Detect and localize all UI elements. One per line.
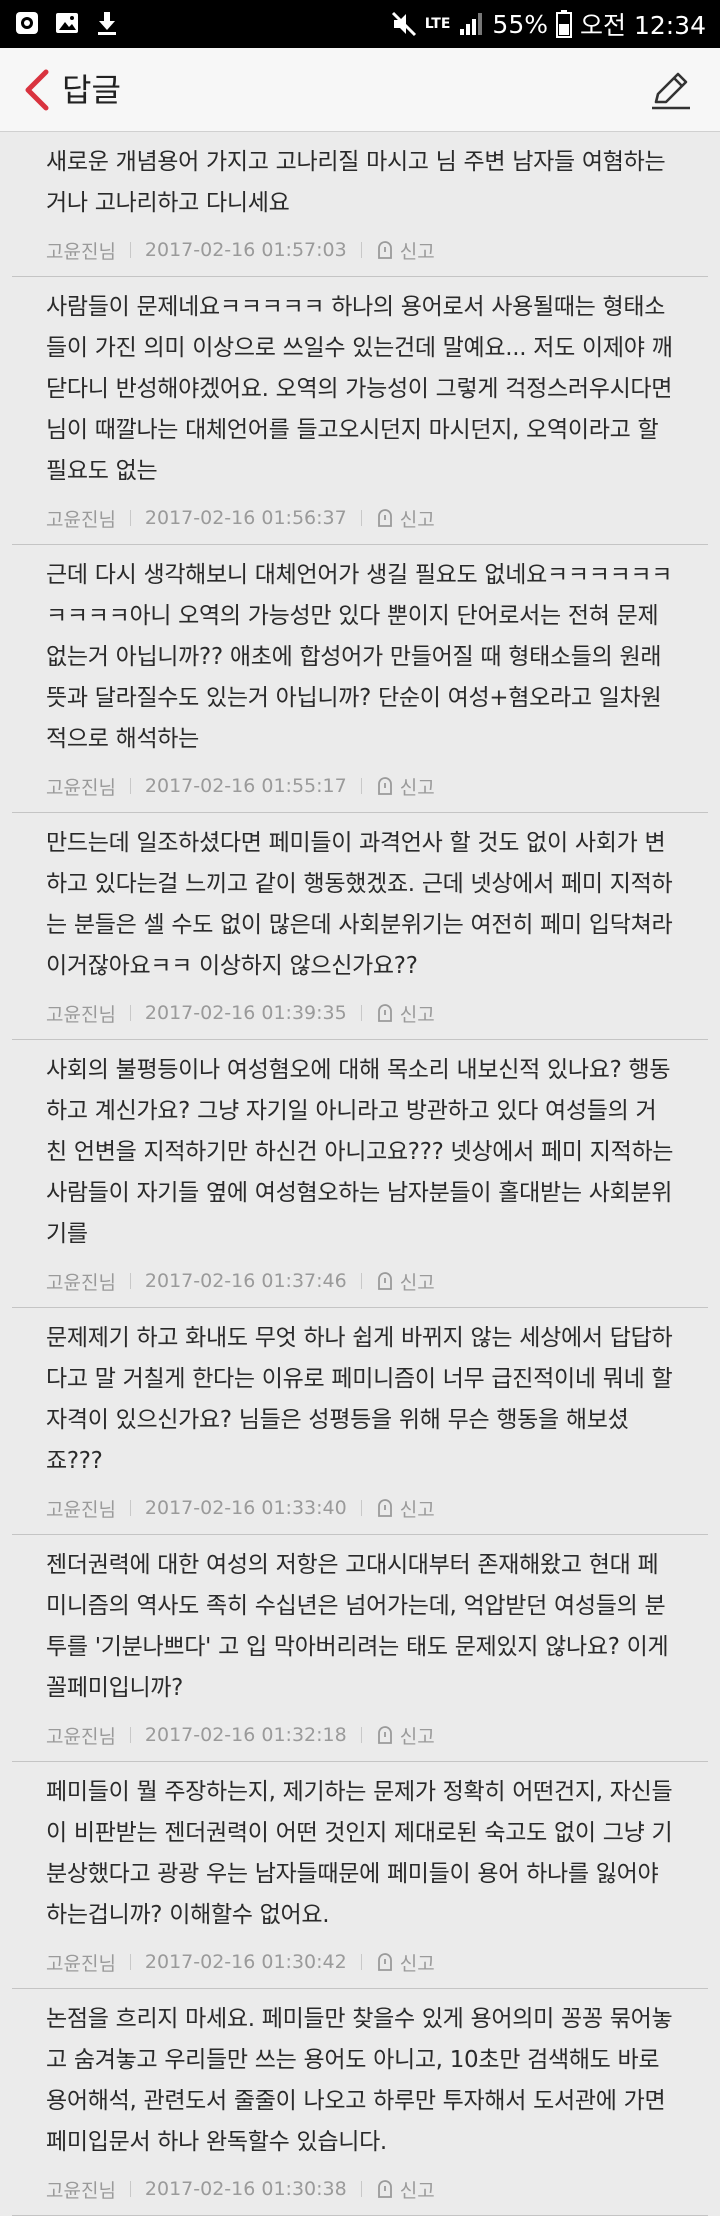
download-icon bbox=[98, 12, 116, 35]
comment-date: 2017-02-16 01:30:42 bbox=[144, 1951, 347, 1973]
comment-item: 젠더권력에 대한 여성의 저항은 고대시대부터 존재해왔고 현대 페미니즘의 역… bbox=[12, 1535, 708, 1762]
comment-date: 2017-02-16 01:32:18 bbox=[144, 1724, 347, 1746]
report-icon[interactable] bbox=[376, 1725, 394, 1745]
comment-item: 새로운 개념용어 가지고 고나리질 마시고 님 주변 남자들 여혐하는거나 고나… bbox=[12, 132, 708, 277]
battery-icon bbox=[556, 10, 572, 38]
comment-list: 새로운 개념용어 가지고 고나리질 마시고 님 주변 남자들 여혐하는거나 고나… bbox=[0, 132, 720, 2216]
report-icon[interactable] bbox=[376, 1498, 394, 1518]
report-icon[interactable] bbox=[376, 1952, 394, 1972]
page-title: 답글 bbox=[62, 71, 121, 109]
comment-date: 2017-02-16 01:37:46 bbox=[144, 1270, 347, 1292]
comment-item: 사람들이 문제네요ㅋㅋㅋㅋㅋ 하나의 용어로서 사용될때는 형태소들이 가진 의… bbox=[12, 277, 708, 545]
comment-author: 고윤진님 bbox=[46, 1271, 116, 1294]
report-icon[interactable] bbox=[376, 776, 394, 796]
gallery-icon bbox=[56, 13, 78, 33]
app-notification-icon bbox=[16, 12, 38, 34]
comment-text: 사람들이 문제네요ㅋㅋㅋㅋㅋ 하나의 용어로서 사용될때는 형태소들이 가진 의… bbox=[46, 294, 673, 484]
pencil-icon[interactable] bbox=[646, 66, 694, 114]
comment-item: 사회의 불평등이나 여성혐오에 대해 목소리 내보신적 있나요? 행동하고 계신… bbox=[12, 1040, 708, 1308]
comment-date: 2017-02-16 01:39:35 bbox=[144, 1002, 347, 1024]
report-button[interactable]: 신고 bbox=[400, 1268, 435, 1295]
report-icon[interactable] bbox=[376, 2179, 394, 2199]
report-button[interactable]: 신고 bbox=[400, 773, 435, 800]
report-button[interactable]: 신고 bbox=[400, 1722, 435, 1749]
comment-author: 고윤진님 bbox=[46, 1498, 116, 1521]
report-button[interactable]: 신고 bbox=[400, 2176, 435, 2203]
comment-date: 2017-02-16 01:33:40 bbox=[144, 1497, 347, 1519]
report-button[interactable]: 신고 bbox=[400, 1000, 435, 1027]
comment-item: 페미들이 뭘 주장하는지, 제기하는 문제가 정확히 어떤건지, 자신들이 비판… bbox=[12, 1762, 708, 1989]
comment-date: 2017-02-16 01:30:38 bbox=[144, 2178, 347, 2200]
comment-item: 근데 다시 생각해보니 대체언어가 생길 필요도 없네요ㅋㅋㅋㅋㅋㅋㅋㅋㅋㅋ아니… bbox=[12, 545, 708, 813]
comment-date: 2017-02-16 01:57:03 bbox=[144, 239, 347, 261]
comment-item: 만드는데 일조하셨다면 페미들이 과격언사 할 것도 없이 사회가 변하고 있다… bbox=[12, 813, 708, 1040]
comment-author: 고윤진님 bbox=[46, 2179, 116, 2202]
report-button[interactable]: 신고 bbox=[400, 505, 435, 532]
comment-item: 문제제기 하고 화내도 무엇 하나 쉽게 바뀌지 않는 세상에서 답답하다고 말… bbox=[12, 1308, 708, 1535]
comment-text: 문제제기 하고 화내도 무엇 하나 쉽게 바뀌지 않는 세상에서 답답하다고 말… bbox=[46, 1325, 673, 1474]
lte-indicator: LTE bbox=[424, 16, 451, 32]
battery-percent: 55% bbox=[492, 9, 548, 39]
report-icon[interactable] bbox=[376, 1271, 394, 1291]
comment-author: 고윤진님 bbox=[46, 508, 116, 531]
comment-text: 페미들이 뭘 주장하는지, 제기하는 문제가 정확히 어떤건지, 자신들이 비판… bbox=[46, 1779, 673, 1928]
mute-icon bbox=[391, 11, 416, 37]
report-icon[interactable] bbox=[376, 1003, 394, 1023]
report-button[interactable]: 신고 bbox=[400, 237, 435, 264]
comment-author: 고윤진님 bbox=[46, 776, 116, 799]
comment-item: 논점을 흐리지 마세요. 페미들만 찾을수 있게 용어의미 꽁꽁 묶어놓고 숨겨… bbox=[12, 1989, 708, 2216]
comment-text: 젠더권력에 대한 여성의 저항은 고대시대부터 존재해왔고 현대 페미니즘의 역… bbox=[46, 1552, 669, 1701]
comment-text: 새로운 개념용어 가지고 고나리질 마시고 님 주변 남자들 여혐하는거나 고나… bbox=[46, 149, 666, 216]
signal-icon bbox=[460, 13, 483, 35]
comment-date: 2017-02-16 01:55:17 bbox=[144, 775, 347, 797]
clock: 오전 12:34 bbox=[580, 11, 706, 40]
comment-text: 논점을 흐리지 마세요. 페미들만 찾을수 있게 용어의미 꽁꽁 묶어놓고 숨겨… bbox=[46, 2006, 673, 2155]
comment-author: 고윤진님 bbox=[46, 240, 116, 263]
comment-text: 근데 다시 생각해보니 대체언어가 생길 필요도 없네요ㅋㅋㅋㅋㅋㅋㅋㅋㅋㅋ아니… bbox=[46, 562, 673, 752]
comment-author: 고윤진님 bbox=[46, 1725, 116, 1748]
app-bar: 답글 bbox=[0, 48, 720, 132]
comment-author: 고윤진님 bbox=[46, 1003, 116, 1026]
report-button[interactable]: 신고 bbox=[400, 1495, 435, 1522]
report-icon[interactable] bbox=[376, 240, 394, 260]
status-bar: LTE 55% 오전 12:34 bbox=[0, 0, 720, 48]
comment-text: 만드는데 일조하셨다면 페미들이 과격언사 할 것도 없이 사회가 변하고 있다… bbox=[46, 830, 673, 979]
comment-author: 고윤진님 bbox=[46, 1952, 116, 1975]
comment-text: 사회의 불평등이나 여성혐오에 대해 목소리 내보신적 있나요? 행동하고 계신… bbox=[46, 1057, 674, 1247]
back-arrow-icon[interactable] bbox=[16, 66, 56, 114]
report-button[interactable]: 신고 bbox=[400, 1949, 435, 1976]
comment-date: 2017-02-16 01:56:37 bbox=[144, 507, 347, 529]
report-icon[interactable] bbox=[376, 508, 394, 528]
